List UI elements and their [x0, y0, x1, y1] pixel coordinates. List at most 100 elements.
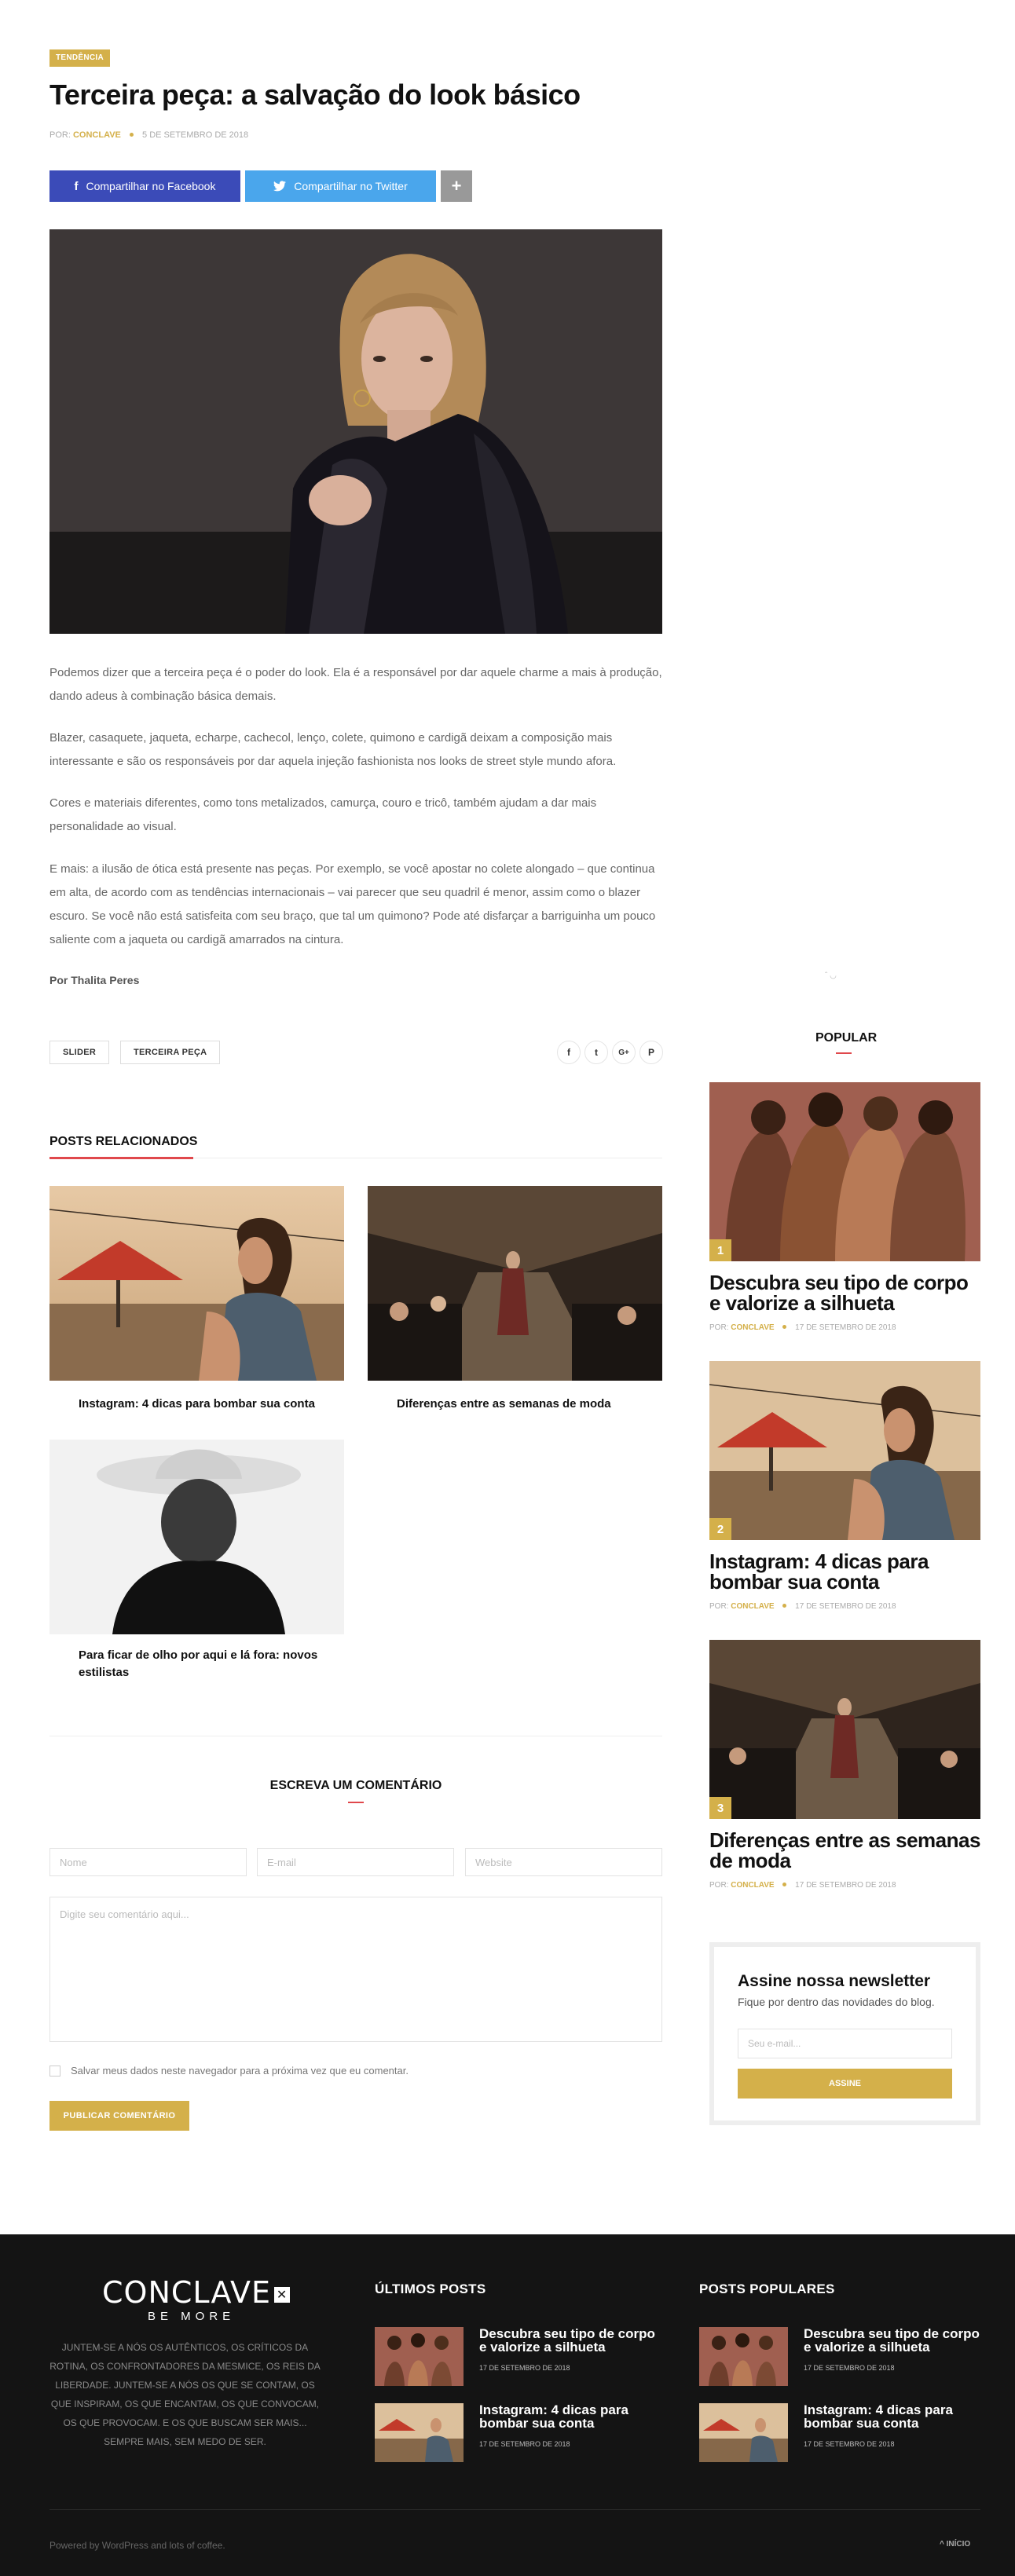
- related-underline: [49, 1157, 193, 1159]
- footer-popular-heading: POSTS POPULARES: [699, 2281, 835, 2296]
- footer-divider: [49, 2509, 980, 2510]
- footer-post-title[interactable]: Instagram: 4 dicas para bombar sua conta: [804, 2403, 984, 2430]
- popular-meta-by: POR:: [709, 1881, 729, 1890]
- submit-comment-button[interactable]: PUBLICAR COMENTÁRIO: [49, 2101, 189, 2131]
- meta-dot: [782, 1324, 787, 1329]
- popular-title[interactable]: Instagram: 4 dicas para bombar sua conta: [709, 1551, 980, 1592]
- popular-title[interactable]: Descubra seu tipo de corpo e valorize a …: [709, 1272, 980, 1313]
- popular-meta-date: 17 DE SETEMBRO DE 2018: [795, 1602, 896, 1611]
- newsletter-email-input[interactable]: Seu e-mail...: [738, 2029, 952, 2058]
- share-twitter-button[interactable]: Compartilhar no Twitter: [245, 170, 436, 202]
- share-facebook-button[interactable]: f Compartilhar no Facebook: [49, 170, 240, 202]
- popular-meta: POR: CONCLAVE 17 DE SETEMBRO DE 2018: [709, 1602, 896, 1611]
- popular-rank-badge: 1: [709, 1239, 731, 1261]
- plus-icon: +: [451, 176, 462, 196]
- footer: CONCLAVE ✕ BE MORE JUNTEM-SE A NÓS OS AUT…: [0, 2234, 1015, 2576]
- popular-heading: POPULAR: [815, 1031, 878, 1045]
- save-data-checkbox[interactable]: [49, 2066, 60, 2077]
- footer-credits: Powered by WordPress and lots of coffee.: [49, 2540, 225, 2551]
- post-title: Terceira peça: a salvação do look básico: [49, 79, 581, 111]
- article-paragraph: Blazer, casaquete, jaqueta, echarpe, cac…: [49, 731, 617, 768]
- popular-meta-date: 17 DE SETEMBRO DE 2018: [795, 1323, 896, 1332]
- footer-logo-tagline: BE MORE: [148, 2310, 236, 2323]
- save-data-label: Salvar meus dados neste navegador para a…: [71, 2065, 409, 2077]
- related-image-estilistas[interactable]: [49, 1440, 344, 1634]
- related-image-instagram[interactable]: [49, 1186, 344, 1381]
- popular-meta-author[interactable]: CONCLAVE: [731, 1881, 774, 1890]
- hero-photo-woman-jacket: [49, 229, 662, 634]
- newsletter-subtitle: Fique por dentro das novidades do blog.: [738, 1996, 935, 2008]
- article-paragraph: Podemos dizer que a terceira peça é o po…: [49, 666, 662, 703]
- footer-about-text: JUNTEM-SE A NÓS OS AUTÊNTICOS, OS CRÍTIC…: [49, 2342, 321, 2447]
- footer-thumb[interactable]: [699, 2403, 788, 2462]
- footer-thumb[interactable]: [375, 2403, 464, 2462]
- footer-latest-heading: ÚLTIMOS POSTS: [375, 2281, 486, 2296]
- pinterest-share-icon[interactable]: P: [639, 1041, 663, 1064]
- footer-post-title[interactable]: Descubra seu tipo de corpo e valorize a …: [479, 2327, 660, 2354]
- popular-meta-author[interactable]: CONCLAVE: [731, 1602, 774, 1611]
- back-to-top-link[interactable]: ^ INÍCIO: [940, 2540, 970, 2549]
- share-facebook-label: Compartilhar no Facebook: [86, 180, 216, 192]
- footer-thumb[interactable]: [375, 2327, 464, 2386]
- popular-image-corpo[interactable]: [709, 1082, 980, 1261]
- comment-heading: ESCREVA UM COMENTÁRIO: [269, 1779, 442, 1792]
- share-twitter-label: Compartilhar no Twitter: [294, 180, 408, 192]
- twitter-icon: [273, 181, 287, 192]
- hero-image: [49, 229, 662, 634]
- popular-rank-badge: 3: [709, 1797, 731, 1819]
- popular-meta: POR: CONCLAVE 17 DE SETEMBRO DE 2018: [709, 1881, 896, 1890]
- comment-textarea[interactable]: Digite seu comentário aqui...: [49, 1897, 662, 2042]
- newsletter-title: Assine nossa newsletter: [738, 1972, 931, 1990]
- logo-x-icon: ✕: [274, 2286, 291, 2303]
- facebook-icon: f: [74, 179, 79, 193]
- footer-post-date: 17 DE SETEMBRO DE 2018: [479, 2440, 570, 2448]
- meta-author-link[interactable]: CONCLAVE: [73, 130, 121, 140]
- website-field[interactable]: Website: [465, 1848, 662, 1876]
- sidebar-icon: ˆ ◡: [825, 971, 837, 980]
- meta-dot: [782, 1603, 787, 1608]
- popular-rank-badge: 2: [709, 1518, 731, 1540]
- newsletter-submit-button[interactable]: ASSINE: [738, 2069, 952, 2098]
- article-paragraph: E mais: a ilusão de ótica está presente …: [49, 862, 656, 946]
- popular-meta-by: POR:: [709, 1602, 729, 1611]
- tag-terceira-peca[interactable]: TERCEIRA PEÇA: [120, 1041, 221, 1064]
- popular-underline: [836, 1052, 852, 1054]
- related-title[interactable]: Diferenças entre as semanas de moda: [397, 1396, 656, 1413]
- popular-meta-by: POR:: [709, 1323, 729, 1332]
- footer-logo-text: CONCLAVE: [102, 2275, 272, 2310]
- newsletter-widget: Assine nossa newsletter Fique por dentro…: [709, 1942, 980, 2125]
- name-field[interactable]: Nome: [49, 1848, 247, 1876]
- tag-slider[interactable]: SLIDER: [49, 1041, 110, 1064]
- footer-logo[interactable]: CONCLAVE ✕: [102, 2275, 291, 2310]
- popular-title[interactable]: Diferenças entre as semanas de moda: [709, 1830, 980, 1871]
- footer-post-date: 17 DE SETEMBRO DE 2018: [804, 2364, 895, 2372]
- meta-dot: [782, 1882, 787, 1886]
- meta-dot: [129, 132, 134, 137]
- twitter-share-icon[interactable]: t: [584, 1041, 608, 1064]
- footer-post-date: 17 DE SETEMBRO DE 2018: [479, 2364, 570, 2372]
- footer-post-title[interactable]: Instagram: 4 dicas para bombar sua conta: [479, 2403, 660, 2430]
- post-meta: POR: CONCLAVE 5 DE SETEMBRO DE 2018: [49, 130, 248, 140]
- category-badge[interactable]: TENDÊNCIA: [49, 49, 111, 67]
- popular-meta-date: 17 DE SETEMBRO DE 2018: [795, 1881, 896, 1890]
- article-paragraph: Cores e materiais diferentes, como tons …: [49, 796, 597, 833]
- related-image-semanas[interactable]: [368, 1186, 662, 1381]
- related-title[interactable]: Instagram: 4 dicas para bombar sua conta: [79, 1396, 338, 1413]
- email-field[interactable]: E-mail: [257, 1848, 454, 1876]
- popular-image-instagram[interactable]: [709, 1361, 980, 1540]
- google-plus-share-icon[interactable]: G+: [612, 1041, 636, 1064]
- related-heading: POSTS RELACIONADOS: [49, 1135, 198, 1148]
- footer-post-date: 17 DE SETEMBRO DE 2018: [804, 2440, 895, 2448]
- meta-date: 5 DE SETEMBRO DE 2018: [142, 130, 249, 140]
- related-title[interactable]: Para ficar de olho por aqui e lá fora: n…: [79, 1647, 338, 1681]
- footer-post-title[interactable]: Descubra seu tipo de corpo e valorize a …: [804, 2327, 984, 2354]
- popular-meta-author[interactable]: CONCLAVE: [731, 1323, 774, 1332]
- facebook-share-icon[interactable]: f: [557, 1041, 581, 1064]
- comment-heading-underline: [348, 1802, 364, 1803]
- popular-image-semanas[interactable]: [709, 1640, 980, 1819]
- footer-thumb[interactable]: [699, 2327, 788, 2386]
- article-byline: Por Thalita Peres: [49, 974, 140, 986]
- popular-meta: POR: CONCLAVE 17 DE SETEMBRO DE 2018: [709, 1323, 896, 1332]
- share-more-button[interactable]: +: [441, 170, 472, 202]
- meta-by: POR:: [49, 130, 71, 140]
